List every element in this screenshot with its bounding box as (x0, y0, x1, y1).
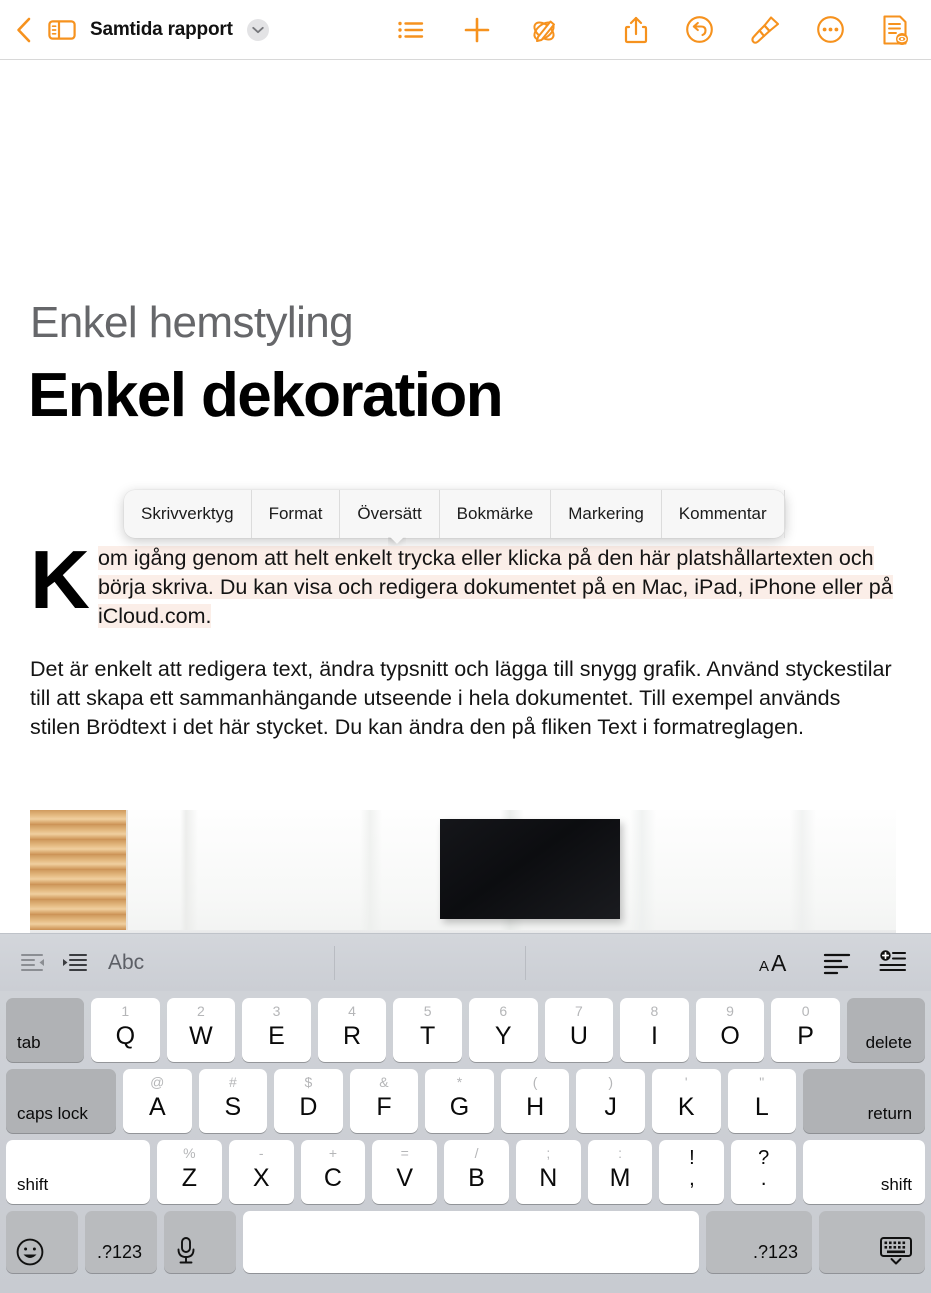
toolbar-left-group: Samtida rapport (0, 16, 269, 44)
photo-framed-artwork (440, 819, 620, 919)
paragraph-align-icon[interactable] (823, 951, 851, 975)
document-paragraph-2[interactable]: Det är enkelt att redigera text, ändra t… (30, 655, 896, 742)
key-s[interactable]: # S (198, 1069, 268, 1133)
key-x[interactable]: -X (228, 1140, 294, 1204)
key-j[interactable]: ) J (576, 1069, 645, 1133)
accessory-divider-2 (525, 945, 527, 980)
key-period[interactable]: ?. (731, 1140, 797, 1204)
key-u[interactable]: 7U (544, 998, 614, 1062)
text-edit-popup-menu: Skrivverktyg Format Översätt Bokmärke Ma… (124, 490, 785, 538)
photo-wood-panel (30, 810, 128, 936)
more-ellipsis-icon[interactable] (816, 15, 845, 44)
key-numbers-right[interactable]: .?123 (706, 1211, 812, 1273)
key-z[interactable]: % Z (157, 1140, 222, 1204)
text-size-aA-icon[interactable]: A A (759, 950, 795, 976)
popup-arrow (388, 537, 406, 546)
app-root: Samtida rapport Enkel hemstyling Enkel d… (0, 0, 931, 1293)
svg-text:A: A (771, 950, 787, 976)
document-options-icon[interactable] (881, 14, 909, 46)
key-i[interactable]: 8I (620, 998, 689, 1062)
key-k[interactable]: ' K (651, 1069, 721, 1133)
key-a[interactable]: @ A (123, 1069, 192, 1133)
popup-item-kommentar[interactable]: Kommentar (662, 490, 785, 538)
key-y[interactable]: 6Y (468, 998, 538, 1062)
on-screen-keyboard: tab 1Q 2W 3E 4R 5T 6Y 7U 8I 9O 0P delete… (0, 991, 931, 1293)
smart-annotation-icon[interactable] (529, 15, 559, 45)
key-tab[interactable]: tab (6, 998, 84, 1062)
popup-item-bokmarke[interactable]: Bokmärke (440, 490, 552, 538)
key-l[interactable]: " L (727, 1069, 797, 1133)
drop-cap: K (30, 533, 90, 626)
microphone-icon (174, 1236, 198, 1266)
key-e[interactable]: 3E (242, 998, 311, 1062)
key-o[interactable]: 9O (695, 998, 765, 1062)
share-icon[interactable] (623, 15, 649, 45)
keyboard-row-2: caps lock @ A # S $ D & F * G (H ) J ' K " L ret… (6, 1069, 926, 1133)
sidebar-toggle-icon[interactable] (48, 18, 76, 42)
keyboard-accessory-bar: Abc A A (0, 933, 931, 991)
key-w[interactable]: 2W (166, 998, 236, 1062)
accessory-right-group: A A (759, 950, 931, 976)
key-microphone[interactable] (164, 1211, 236, 1273)
toolbar-center-group (397, 15, 559, 45)
key-h[interactable]: (H (500, 1069, 570, 1133)
key-q[interactable]: 1Q (91, 998, 160, 1062)
popup-item-markering[interactable]: Markering (551, 490, 662, 538)
document-image[interactable] (30, 810, 896, 936)
document-subtitle[interactable]: Enkel hemstyling (30, 298, 354, 348)
keyboard-row-3: shift % Z -X + C = V / B ; N :M !, ?. shift (6, 1140, 926, 1204)
key-caps-lock[interactable]: caps lock (6, 1069, 116, 1133)
outdent-icon[interactable] (20, 952, 46, 974)
key-m[interactable]: :M (587, 1140, 653, 1204)
popup-item-oversatt[interactable]: Översätt (340, 490, 440, 538)
list-view-icon[interactable] (397, 18, 425, 42)
indent-icon[interactable] (62, 952, 88, 974)
chevron-down-icon[interactable] (246, 18, 269, 41)
top-toolbar: Samtida rapport (0, 0, 931, 60)
back-chevron-icon[interactable] (14, 16, 34, 44)
popup-item-skrivverktyg[interactable]: Skrivverktyg (124, 490, 252, 538)
key-delete[interactable]: delete (846, 998, 925, 1062)
key-comma[interactable]: !, (659, 1140, 725, 1204)
insert-plus-icon[interactable] (463, 16, 491, 44)
page-title[interactable]: Enkel dekoration (28, 360, 504, 431)
document-paragraph-selected[interactable]: K om igång genom att helt enkelt trycka … (30, 533, 896, 631)
key-c[interactable]: + C (300, 1140, 366, 1204)
paragraph-style-label[interactable]: Abc (108, 951, 144, 975)
accessory-divider-1 (334, 945, 336, 980)
key-n[interactable]: ; N (515, 1140, 581, 1204)
key-return[interactable]: return (803, 1069, 926, 1133)
key-v[interactable]: = V (372, 1140, 438, 1204)
hide-keyboard-icon (879, 1236, 913, 1266)
key-d[interactable]: $ D (274, 1069, 343, 1133)
key-b[interactable]: / B (444, 1140, 509, 1204)
svg-text:A: A (759, 958, 769, 975)
key-t[interactable]: 5T (393, 998, 462, 1062)
document-title[interactable]: Samtida rapport (90, 19, 233, 41)
key-numbers-left[interactable]: .?123 (85, 1211, 157, 1273)
toolbar-right-group (623, 14, 931, 46)
undo-icon[interactable] (685, 15, 714, 44)
key-g[interactable]: * G (425, 1069, 494, 1133)
keyboard-row-bottom: .?123 .?123 (6, 1211, 925, 1273)
emoji-smiley-icon (16, 1238, 44, 1266)
key-shift-left[interactable]: shift (6, 1140, 150, 1204)
key-shift-right[interactable]: shift (803, 1140, 926, 1204)
popup-item-format[interactable]: Format (252, 490, 341, 538)
key-r[interactable]: 4R (317, 998, 387, 1062)
keyboard-row-1: tab 1Q 2W 3E 4R 5T 6Y 7U 8I 9O 0P delete (6, 998, 925, 1062)
key-emoji[interactable] (6, 1211, 78, 1273)
key-hide-keyboard[interactable] (819, 1211, 925, 1273)
format-brush-icon[interactable] (750, 15, 780, 45)
key-space[interactable] (243, 1211, 699, 1273)
key-p[interactable]: 0P (771, 998, 840, 1062)
accessory-left-group: Abc (0, 951, 144, 975)
insert-item-icon[interactable] (879, 949, 907, 976)
selected-text: om igång genom att helt enkelt trycka el… (97, 546, 893, 628)
key-f[interactable]: & F (349, 1069, 419, 1133)
